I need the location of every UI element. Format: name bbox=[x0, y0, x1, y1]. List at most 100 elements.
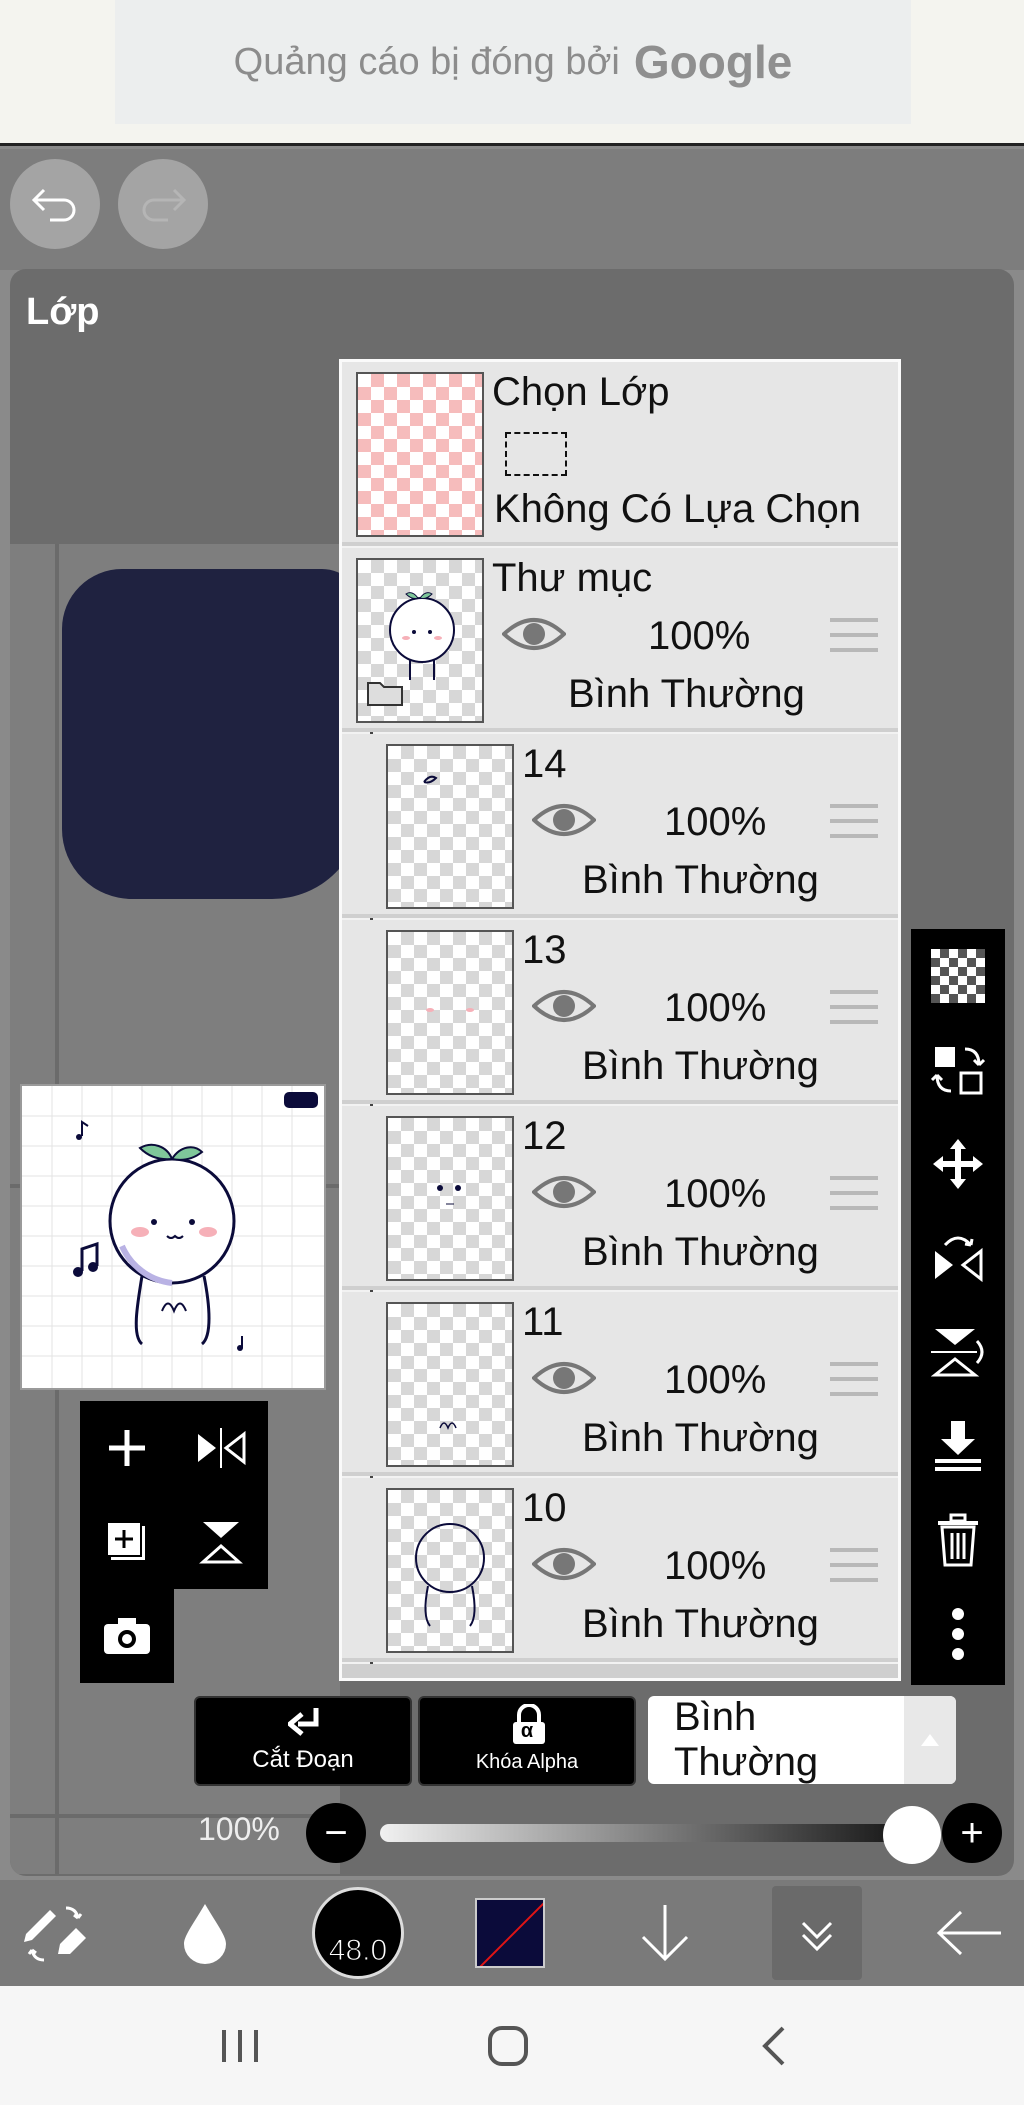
layer-row[interactable]: 10 100% Bình Thường bbox=[342, 1478, 898, 1662]
layer-row[interactable]: 14 100% Bình Thường bbox=[342, 734, 898, 918]
layer-blend-mode: Bình Thường bbox=[582, 1602, 819, 1646]
opacity-row: 100% − + bbox=[10, 1799, 1014, 1869]
layer-opacity: 100% bbox=[664, 1544, 767, 1588]
drag-handle-icon[interactable] bbox=[830, 1176, 878, 1214]
layer-blend-mode: Bình Thường bbox=[582, 858, 819, 902]
layer-row[interactable]: 12 100% Bình Thường bbox=[342, 1106, 898, 1290]
opacity-value: 100% bbox=[198, 1811, 280, 1847]
opacity-slider-knob[interactable] bbox=[883, 1806, 941, 1864]
alpha-symbol: α bbox=[520, 1720, 534, 1742]
brush-size-circle: 48.0 bbox=[312, 1887, 404, 1979]
layer-name: Thư mục bbox=[492, 556, 653, 600]
panel-title: Lớp bbox=[26, 291, 100, 333]
move-button[interactable] bbox=[911, 1117, 1005, 1211]
flip-layer-button[interactable] bbox=[174, 1401, 268, 1495]
rotate-icon bbox=[935, 1236, 983, 1283]
character-preview bbox=[22, 1086, 324, 1388]
collapse-button[interactable] bbox=[772, 1886, 862, 1980]
triangle-up-icon bbox=[921, 1734, 939, 1746]
layer-thumbnail bbox=[386, 930, 514, 1095]
arrow-down-icon bbox=[641, 1905, 689, 1962]
canvas-thumbnail[interactable] bbox=[20, 1084, 326, 1390]
layer-row[interactable]: 13 100% Bình Thường bbox=[342, 920, 898, 1104]
opacity-slider-track[interactable] bbox=[380, 1824, 910, 1842]
undo-icon bbox=[31, 188, 76, 222]
trash-icon bbox=[938, 1513, 978, 1567]
folder-icon bbox=[367, 682, 403, 706]
layer-blend-mode: Bình Thường bbox=[582, 1230, 819, 1274]
ad-text: Quảng cáo bị đóng bởi bbox=[233, 40, 620, 83]
brush-eraser-icon bbox=[24, 1906, 86, 1962]
add-layer-button[interactable] bbox=[80, 1401, 174, 1495]
layer-blend-mode: Bình Thường bbox=[568, 672, 805, 716]
drag-handle-icon[interactable] bbox=[830, 1548, 878, 1586]
minus-icon: − bbox=[324, 1810, 348, 1855]
brush-size-button[interactable]: 48.0 bbox=[308, 1880, 408, 1986]
layer-name: 10 bbox=[522, 1486, 567, 1530]
drag-handle-icon[interactable] bbox=[830, 990, 878, 1028]
delete-layer-button[interactable] bbox=[911, 1493, 1005, 1587]
layer-list: Chọn Lớp Không Có Lựa Chọn Thư mục 100% … bbox=[339, 359, 901, 1681]
layer-opacity: 100% bbox=[664, 800, 767, 844]
redo-button[interactable] bbox=[118, 159, 208, 249]
camera-icon bbox=[104, 1618, 150, 1654]
alpha-lock-button[interactable]: α Khóa Alpha bbox=[418, 1696, 636, 1786]
recent-apps-icon bbox=[222, 2030, 258, 2062]
duplicate-layer-button[interactable] bbox=[80, 1495, 174, 1589]
color-swatch bbox=[475, 1898, 545, 1968]
visibility-eye-icon[interactable] bbox=[532, 1544, 596, 1584]
brush-eraser-toggle[interactable] bbox=[10, 1880, 100, 1986]
layer-thumbnail bbox=[386, 1302, 514, 1467]
selection-layer[interactable]: Chọn Lớp Không Có Lựa Chọn bbox=[342, 362, 898, 546]
selection-status: Không Có Lựa Chọn bbox=[494, 487, 862, 531]
flip-vertical-layer-button[interactable] bbox=[174, 1495, 268, 1589]
dropper-button[interactable] bbox=[160, 1880, 250, 1986]
chevron-left-icon bbox=[762, 2026, 785, 2066]
layer-name: 12 bbox=[522, 1114, 567, 1158]
layer-thumbnail bbox=[356, 558, 484, 723]
transform-icon bbox=[931, 1047, 985, 1095]
blend-mode-select[interactable]: Bình Thường bbox=[648, 1695, 956, 1784]
opacity-increase-button[interactable]: + bbox=[942, 1803, 1002, 1863]
ad-brand: Google bbox=[633, 36, 793, 88]
drag-handle-icon[interactable] bbox=[830, 618, 878, 656]
duplicate-icon bbox=[106, 1521, 145, 1560]
brush-size-value: 48.0 bbox=[328, 1934, 388, 1968]
layer-name: 13 bbox=[522, 928, 567, 972]
system-navigation-bar bbox=[0, 1986, 1024, 2105]
home-button[interactable] bbox=[448, 2006, 568, 2086]
drag-handle-icon[interactable] bbox=[830, 1362, 878, 1400]
layer-row[interactable]: 11 100% Bình Thường bbox=[342, 1292, 898, 1476]
system-back-button[interactable] bbox=[714, 2006, 834, 2086]
transform-button[interactable] bbox=[911, 1023, 1005, 1117]
camera-button[interactable] bbox=[80, 1589, 174, 1683]
layer-thumbnail bbox=[386, 744, 514, 909]
layer-opacity: 100% bbox=[664, 986, 767, 1030]
add-layer-icon bbox=[109, 1430, 145, 1466]
clipping-button[interactable]: Cắt Đoạn bbox=[194, 1696, 412, 1786]
layer-row[interactable]: Thư mục 100% Bình Thường bbox=[342, 548, 898, 732]
drag-handle-icon[interactable] bbox=[830, 804, 878, 842]
color-swatch-button[interactable] bbox=[470, 1880, 550, 1986]
rotate-flip-button[interactable] bbox=[911, 1211, 1005, 1305]
undo-button[interactable] bbox=[10, 159, 100, 249]
home-icon bbox=[488, 2026, 528, 2066]
more-options-button[interactable] bbox=[911, 1587, 1005, 1681]
recent-apps-button[interactable] bbox=[180, 2006, 300, 2086]
visibility-eye-icon[interactable] bbox=[532, 800, 596, 840]
selection-marquee-icon bbox=[505, 432, 567, 476]
transparency-button[interactable] bbox=[911, 929, 1005, 1023]
opacity-decrease-button[interactable]: − bbox=[306, 1803, 366, 1863]
layer-thumbnail bbox=[386, 1116, 514, 1281]
visibility-eye-icon[interactable] bbox=[502, 614, 566, 654]
redo-icon bbox=[142, 188, 187, 222]
layer-down-button[interactable] bbox=[620, 1880, 710, 1986]
back-button[interactable] bbox=[924, 1880, 1014, 1986]
transparency-icon bbox=[931, 949, 985, 1003]
flip-vertical-button[interactable] bbox=[911, 1305, 1005, 1399]
visibility-eye-icon[interactable] bbox=[532, 1358, 596, 1398]
visibility-eye-icon[interactable] bbox=[532, 1172, 596, 1212]
visibility-eye-icon[interactable] bbox=[532, 986, 596, 1026]
blend-mode-dropdown-arrow[interactable] bbox=[904, 1696, 956, 1784]
merge-down-button[interactable] bbox=[911, 1399, 1005, 1493]
